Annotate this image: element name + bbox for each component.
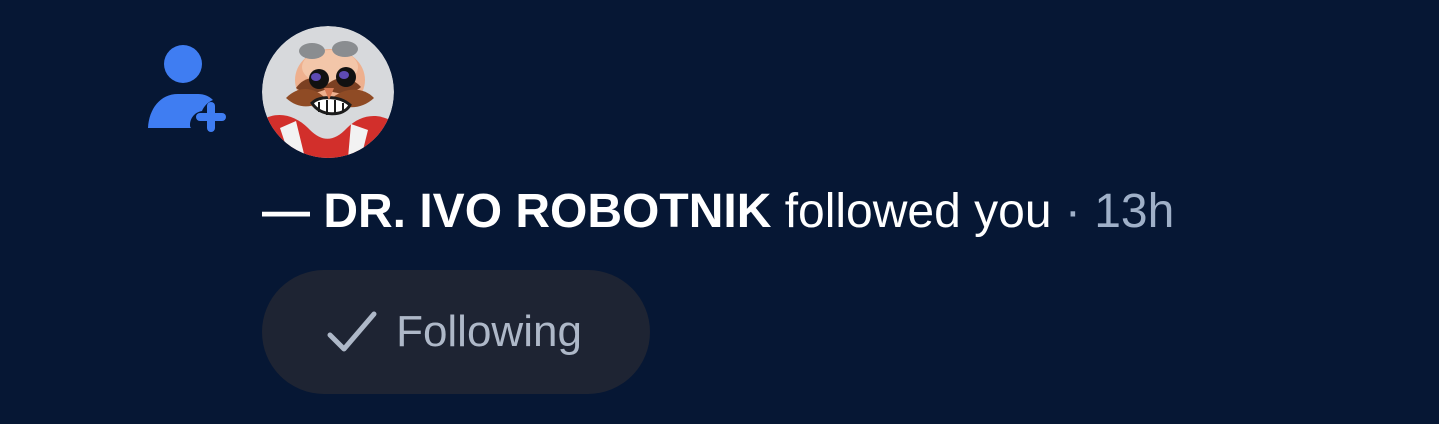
following-button[interactable]: Following	[262, 270, 650, 394]
following-label: Following	[396, 307, 582, 356]
timestamp: 13h	[1094, 185, 1175, 238]
action-text: followed you	[771, 185, 1052, 238]
dash-prefix: —	[262, 185, 324, 238]
actor-name-label: DR. IVO ROBOTNIK	[323, 185, 772, 238]
check-icon	[327, 311, 377, 352]
user-plus-icon	[148, 45, 226, 132]
follow-notification[interactable]: — DR. IVO ROBOTNIK followed you · 13h Fo…	[0, 0, 1439, 424]
avatar[interactable]	[262, 26, 394, 158]
actor-name[interactable]: — DR. IVO ROBOTNIK	[262, 185, 771, 238]
notification-text: — DR. IVO ROBOTNIK followed you · 13h	[262, 184, 1174, 240]
separator-dot: ·	[1051, 185, 1095, 238]
profile-image	[262, 26, 394, 158]
